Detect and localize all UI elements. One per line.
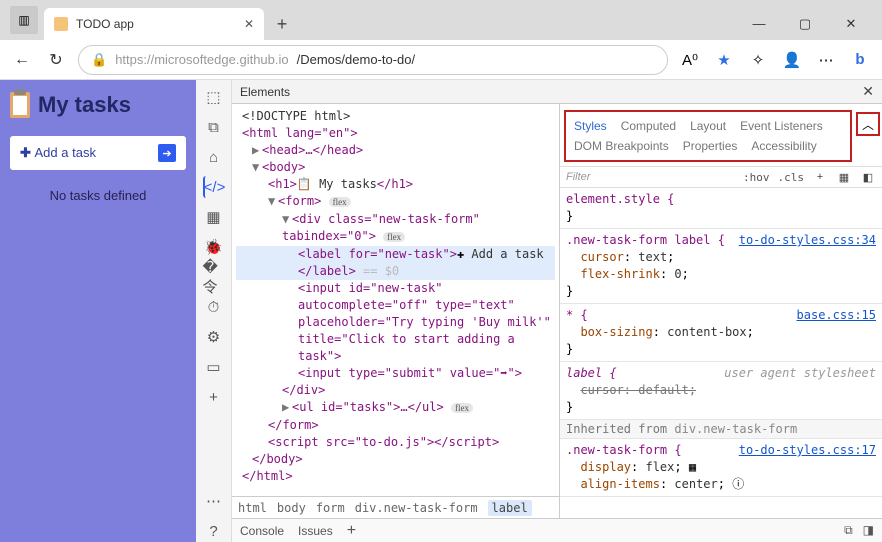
maximize-button[interactable]: ▢	[790, 16, 820, 32]
style-rules[interactable]: element.style {} to-do-styles.css:34.new…	[560, 188, 882, 518]
app-icon[interactable]: ▦	[203, 206, 225, 228]
close-button[interactable]: ✕	[836, 16, 866, 32]
home-icon[interactable]: ⌂	[203, 146, 225, 168]
page-title: My tasks	[10, 92, 186, 118]
drawer-dock-icon[interactable]: ⧉	[844, 523, 853, 538]
main-area: My tasks ✚ Add a task ➔ No tasks defined…	[0, 80, 882, 542]
tab-accessibility[interactable]: Accessibility	[751, 139, 816, 153]
bing-icon[interactable]: b	[848, 48, 872, 72]
read-aloud-icon[interactable]: A⁰	[678, 48, 702, 72]
styles-pane: ︿ Styles Computed Layout Event Listeners…	[560, 104, 882, 518]
url-path: /Demos/demo-to-do/	[297, 52, 416, 67]
favorite-icon[interactable]: ★	[712, 48, 736, 72]
source-link[interactable]: base.css:15	[797, 307, 876, 324]
help-icon[interactable]: ?	[203, 520, 225, 542]
new-tab-button[interactable]: +	[268, 10, 296, 38]
computed-toggle-icon[interactable]: ◧	[860, 171, 876, 184]
minimize-button[interactable]: —	[744, 16, 774, 32]
hov-toggle[interactable]: :hov	[743, 171, 770, 184]
breadcrumb[interactable]: html body form div.new-task-form label	[232, 496, 559, 518]
no-tasks-label: No tasks defined	[10, 188, 186, 203]
drawer-tab-console[interactable]: Console	[240, 524, 284, 538]
lock-icon: 🔒	[91, 52, 107, 68]
dom-tree-pane[interactable]: ⋯ <!DOCTYPE html> <html lang="en"> ▶<hea…	[232, 104, 560, 518]
panel-title: Elements	[240, 85, 290, 99]
submit-arrow-icon[interactable]: ➔	[158, 144, 176, 162]
more-tools-icon[interactable]: ⋯	[203, 490, 225, 512]
network-icon[interactable]: �令	[203, 266, 225, 288]
profile-icon[interactable]: 👤	[780, 48, 804, 72]
tab-dom-breakpoints[interactable]: DOM Breakpoints	[574, 139, 669, 153]
tab-event-listeners[interactable]: Event Listeners	[740, 119, 823, 133]
add-tool-icon[interactable]: +	[203, 386, 225, 408]
collections-icon[interactable]: ✧	[746, 48, 770, 72]
sidebar-tabs-highlight: ︿ Styles Computed Layout Event Listeners…	[564, 110, 852, 162]
devtools-activity-bar: ⬚ ⧉ ⌂ </> ▦ 🐞 �令 ⏱ ⚙ ▭ + ⋯ ?	[196, 80, 232, 542]
drawer-add-icon[interactable]: +	[347, 522, 356, 540]
filter-input[interactable]: Filter	[566, 171, 735, 183]
dock-icon[interactable]: ▭	[203, 356, 225, 378]
tab-strip: ▥ TODO app ✕ +	[6, 0, 296, 40]
bug-icon[interactable]: 🐞	[203, 236, 225, 258]
refresh-button[interactable]: ↻	[44, 48, 68, 72]
source-link[interactable]: to-do-styles.css:17	[739, 442, 876, 459]
tab-styles[interactable]: Styles	[574, 119, 607, 133]
more-icon[interactable]: ⋯	[814, 48, 838, 72]
tab-title: TODO app	[76, 17, 236, 31]
performance-icon[interactable]: ⏱	[203, 296, 225, 318]
selected-dom-node[interactable]: <label for="new-task">✚ Add a task</labe…	[236, 246, 555, 280]
tab-actions-button[interactable]: ▥	[10, 6, 38, 34]
elements-icon[interactable]: </>	[203, 176, 225, 198]
source-link[interactable]: to-do-styles.css:34	[739, 232, 876, 249]
cls-toggle[interactable]: .cls	[778, 171, 805, 184]
drawer-expand-icon[interactable]: ◨	[863, 523, 874, 538]
back-button[interactable]: ←	[10, 48, 34, 72]
address-bar[interactable]: 🔒 https://microsoftedge.github.io/Demos/…	[78, 45, 668, 75]
clipboard-icon	[10, 92, 30, 118]
window-controls: — ▢ ✕	[744, 16, 876, 40]
devtools-panel: Elements ✕ ⋯ <!DOCTYPE html> <html lang=…	[232, 80, 882, 542]
new-style-icon[interactable]: +	[812, 171, 828, 183]
tab-properties[interactable]: Properties	[683, 139, 738, 153]
more-tabs-button[interactable]: ︿	[856, 112, 880, 136]
inspect-icon[interactable]: ⬚	[203, 86, 225, 108]
drawer-tab-issues[interactable]: Issues	[298, 524, 333, 538]
browser-tab[interactable]: TODO app ✕	[44, 8, 264, 40]
tab-layout[interactable]: Layout	[690, 119, 726, 133]
settings-gear-icon[interactable]: ⚙	[203, 326, 225, 348]
device-icon[interactable]: ⧉	[203, 116, 225, 138]
close-icon[interactable]: ✕	[244, 17, 254, 31]
url-host: https://microsoftedge.github.io	[115, 52, 288, 67]
devtools-close-icon[interactable]: ✕	[862, 83, 874, 100]
browser-titlebar: ▥ TODO app ✕ + — ▢ ✕	[0, 0, 882, 40]
favicon-icon	[54, 17, 68, 31]
devtools-header: Elements ✕	[232, 80, 882, 104]
device-emulation-icon[interactable]: ▦	[836, 171, 852, 184]
browser-toolbar: ← ↻ 🔒 https://microsoftedge.github.io/De…	[0, 40, 882, 80]
add-task-button[interactable]: ✚ Add a task ➔	[10, 136, 186, 170]
styles-filter-bar: Filter :hov .cls + ▦ ◧	[560, 166, 882, 188]
rendered-page: My tasks ✚ Add a task ➔ No tasks defined	[0, 80, 196, 542]
devtools-drawer: Console Issues + ⧉ ◨	[232, 518, 882, 542]
tab-computed[interactable]: Computed	[621, 119, 676, 133]
